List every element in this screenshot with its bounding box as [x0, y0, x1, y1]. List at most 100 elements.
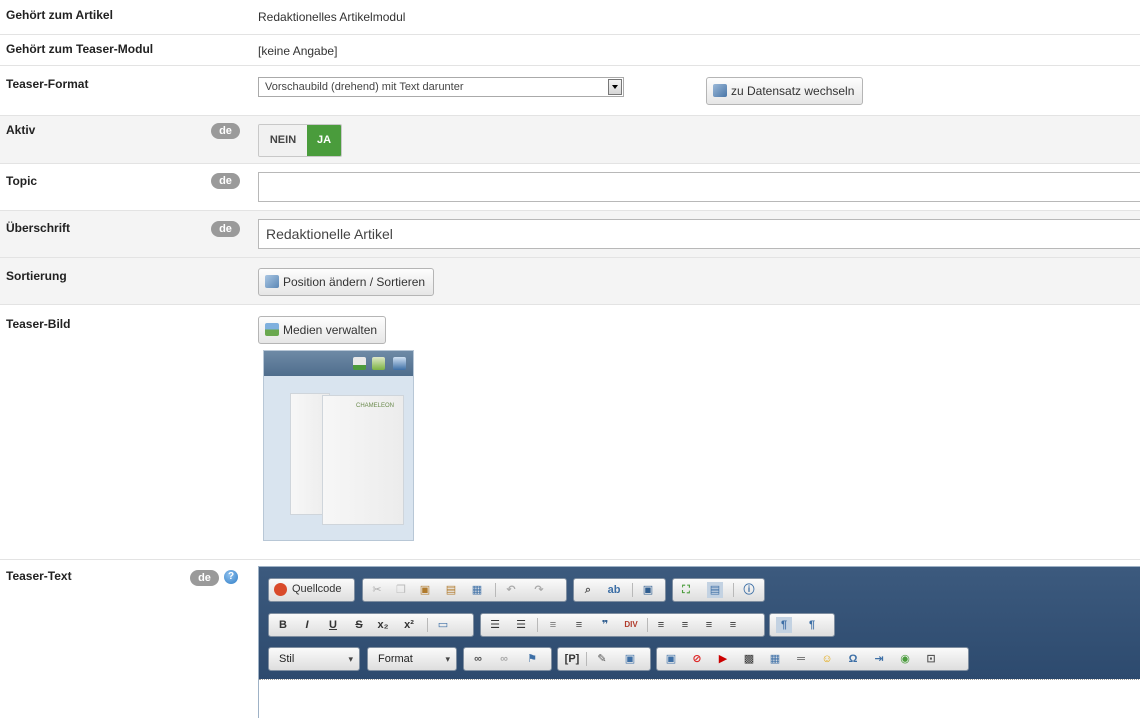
direction-group: ¶ ¶ [769, 613, 835, 637]
indent-icon[interactable]: ≡ [571, 617, 587, 633]
change-image-icon[interactable] [372, 357, 385, 370]
sort-position-button[interactable]: Position ändern / Sortieren [258, 268, 435, 296]
edit-record-icon [713, 84, 727, 97]
teaser-format-selected: Vorschaubild (drehend) mit Text darunter [265, 81, 464, 93]
remove-image-icon[interactable] [353, 357, 366, 370]
div-container-icon[interactable]: DIV [623, 617, 639, 633]
table-icon[interactable]: ▦ [767, 651, 783, 667]
source-group: Quellcode [268, 578, 355, 602]
template-icon[interactable]: ▣ [622, 651, 638, 667]
superscript-icon[interactable]: x² [401, 617, 417, 633]
rich-text-editor[interactable]: Quellcode ✂ ❐ ▣ ▤ ▦ ↶ ↷ ⌕ ab ▣ ⛶ ▤ ⓘ B I [258, 566, 1140, 718]
teaser-format-select[interactable]: Vorschaubild (drehend) mit Text darunter [258, 77, 624, 97]
editor-content-area[interactable] [259, 679, 1140, 718]
source-button[interactable]: Quellcode [292, 583, 342, 595]
paste-text-icon[interactable]: ▤ [443, 582, 459, 598]
link-icon[interactable]: ∞ [470, 651, 486, 667]
select-all-icon[interactable]: ▣ [640, 582, 656, 598]
row-sorting: Sortierung [0, 258, 1140, 305]
teaser-module-value: [keine Angabe] [258, 44, 338, 58]
chevron-down-icon: ▾ [445, 654, 450, 664]
replace-icon[interactable]: ab [606, 582, 622, 598]
outdent-icon[interactable]: ≡ [545, 617, 561, 633]
align-right-icon[interactable]: ≡ [701, 617, 717, 633]
redo-icon[interactable]: ↷ [531, 582, 547, 598]
toggle-off-option[interactable]: NEIN [259, 125, 307, 156]
separator [632, 583, 633, 597]
numbered-list-icon[interactable]: ☰ [487, 617, 503, 633]
align-justify-icon[interactable]: ≡ [725, 617, 741, 633]
flash-icon[interactable]: ⊘ [689, 651, 705, 667]
style-combo[interactable]: Stil ▾ [268, 647, 360, 671]
undo-icon[interactable]: ↶ [503, 582, 519, 598]
iframe-icon[interactable]: ◉ [897, 651, 913, 667]
chevron-down-icon: ▾ [348, 654, 353, 664]
about-icon[interactable]: ⓘ [741, 582, 757, 598]
align-center-icon[interactable]: ≡ [677, 617, 693, 633]
clipboard-group: ✂ ❐ ▣ ▤ ▦ ↶ ↷ [362, 578, 567, 602]
unlink-icon[interactable]: ∞ [496, 651, 512, 667]
format-combo[interactable]: Format ▾ [367, 647, 457, 671]
italic-icon[interactable]: I [299, 617, 315, 633]
page-break-icon[interactable]: ⇥ [871, 651, 887, 667]
topic-input[interactable] [258, 172, 1140, 202]
align-left-icon[interactable]: ≡ [653, 617, 669, 633]
separator [733, 583, 734, 597]
special-char-icon[interactable]: Ω [845, 651, 861, 667]
switch-record-button[interactable]: zu Datensatz wechseln [706, 77, 864, 105]
paste-word-icon[interactable]: ▦ [469, 582, 485, 598]
text-ltr-icon[interactable]: ¶ [776, 617, 792, 633]
article-value: Redaktionelles Artikelmodul [258, 10, 406, 24]
subscript-icon[interactable]: x₂ [375, 617, 391, 633]
bold-icon[interactable]: B [275, 617, 291, 633]
bulleted-list-icon[interactable]: ☰ [513, 617, 529, 633]
separator [427, 618, 428, 632]
lang-badge-heading: de [211, 221, 240, 237]
teaser-module-label: Gehört zum Teaser-Modul [6, 42, 154, 56]
product-box-brand: CHAMELEON [356, 403, 395, 409]
editor-toolbar: Quellcode ✂ ❐ ▣ ▤ ▦ ↶ ↷ ⌕ ab ▣ ⛶ ▤ ⓘ B I [259, 567, 1140, 679]
remove-format-icon[interactable]: ▭ [435, 617, 451, 633]
article-label: Gehört zum Artikel [6, 8, 113, 22]
find-group: ⌕ ab ▣ [573, 578, 666, 602]
find-icon[interactable]: ⌕ [580, 582, 596, 598]
teaser-image-thumbnail[interactable]: CHAMELEON [263, 350, 414, 541]
maximize-icon[interactable]: ⛶ [678, 582, 694, 598]
manage-media-button[interactable]: Medien verwalten [258, 316, 387, 344]
underline-icon[interactable]: U [325, 617, 341, 633]
active-toggle[interactable]: NEIN JA [258, 124, 342, 157]
paragraph-tag-icon[interactable]: [P] [561, 651, 583, 667]
lang-badge-topic: de [211, 173, 240, 189]
strike-icon[interactable]: S [351, 617, 367, 633]
cut-icon[interactable]: ✂ [369, 582, 385, 598]
text-rtl-icon[interactable]: ¶ [804, 617, 820, 633]
toggle-on-option[interactable]: JA [307, 125, 341, 156]
smiley-icon[interactable]: ☺ [819, 651, 835, 667]
attachment-icon[interactable]: ✎ [594, 651, 610, 667]
copy-icon[interactable]: ❐ [393, 582, 409, 598]
paste-icon[interactable]: ▣ [417, 582, 433, 598]
row-teaser-module: Gehört zum Teaser-Modul [keine Angabe] [0, 35, 1140, 66]
source-icon [274, 583, 287, 596]
insert-media-group: ▣ ⊘ ▶ ▩ ▦ ═ ☺ Ω ⇥ ◉ ⊡ [656, 647, 969, 671]
lang-badge-teaser-text: de [190, 570, 219, 586]
row-teaser-image: Teaser-Bild [0, 305, 1140, 560]
view-group: ⛶ ▤ ⓘ [672, 578, 765, 602]
sort-icon [265, 275, 279, 288]
horizontal-rule-icon[interactable]: ═ [793, 651, 809, 667]
blockquote-icon[interactable]: ❞ [597, 617, 613, 633]
dropdown-arrow-icon[interactable] [608, 79, 622, 95]
video-icon[interactable]: ▩ [741, 651, 757, 667]
heading-input[interactable]: Redaktionelle Artikel [258, 219, 1140, 249]
image-icon[interactable]: ▣ [663, 651, 679, 667]
manage-media-label: Medien verwalten [283, 323, 378, 337]
format-group: B I U S x₂ x² ▭ [268, 613, 474, 637]
help-icon[interactable]: ? [224, 570, 238, 584]
separator [537, 618, 538, 632]
show-blocks-icon[interactable]: ▤ [707, 582, 723, 598]
anchor-icon[interactable]: ⚑ [524, 651, 540, 667]
code-snippet-icon[interactable]: ⊡ [923, 651, 939, 667]
youtube-icon[interactable]: ▶ [715, 651, 731, 667]
heading-label: Überschrift [6, 221, 71, 235]
save-image-icon[interactable] [393, 357, 406, 370]
